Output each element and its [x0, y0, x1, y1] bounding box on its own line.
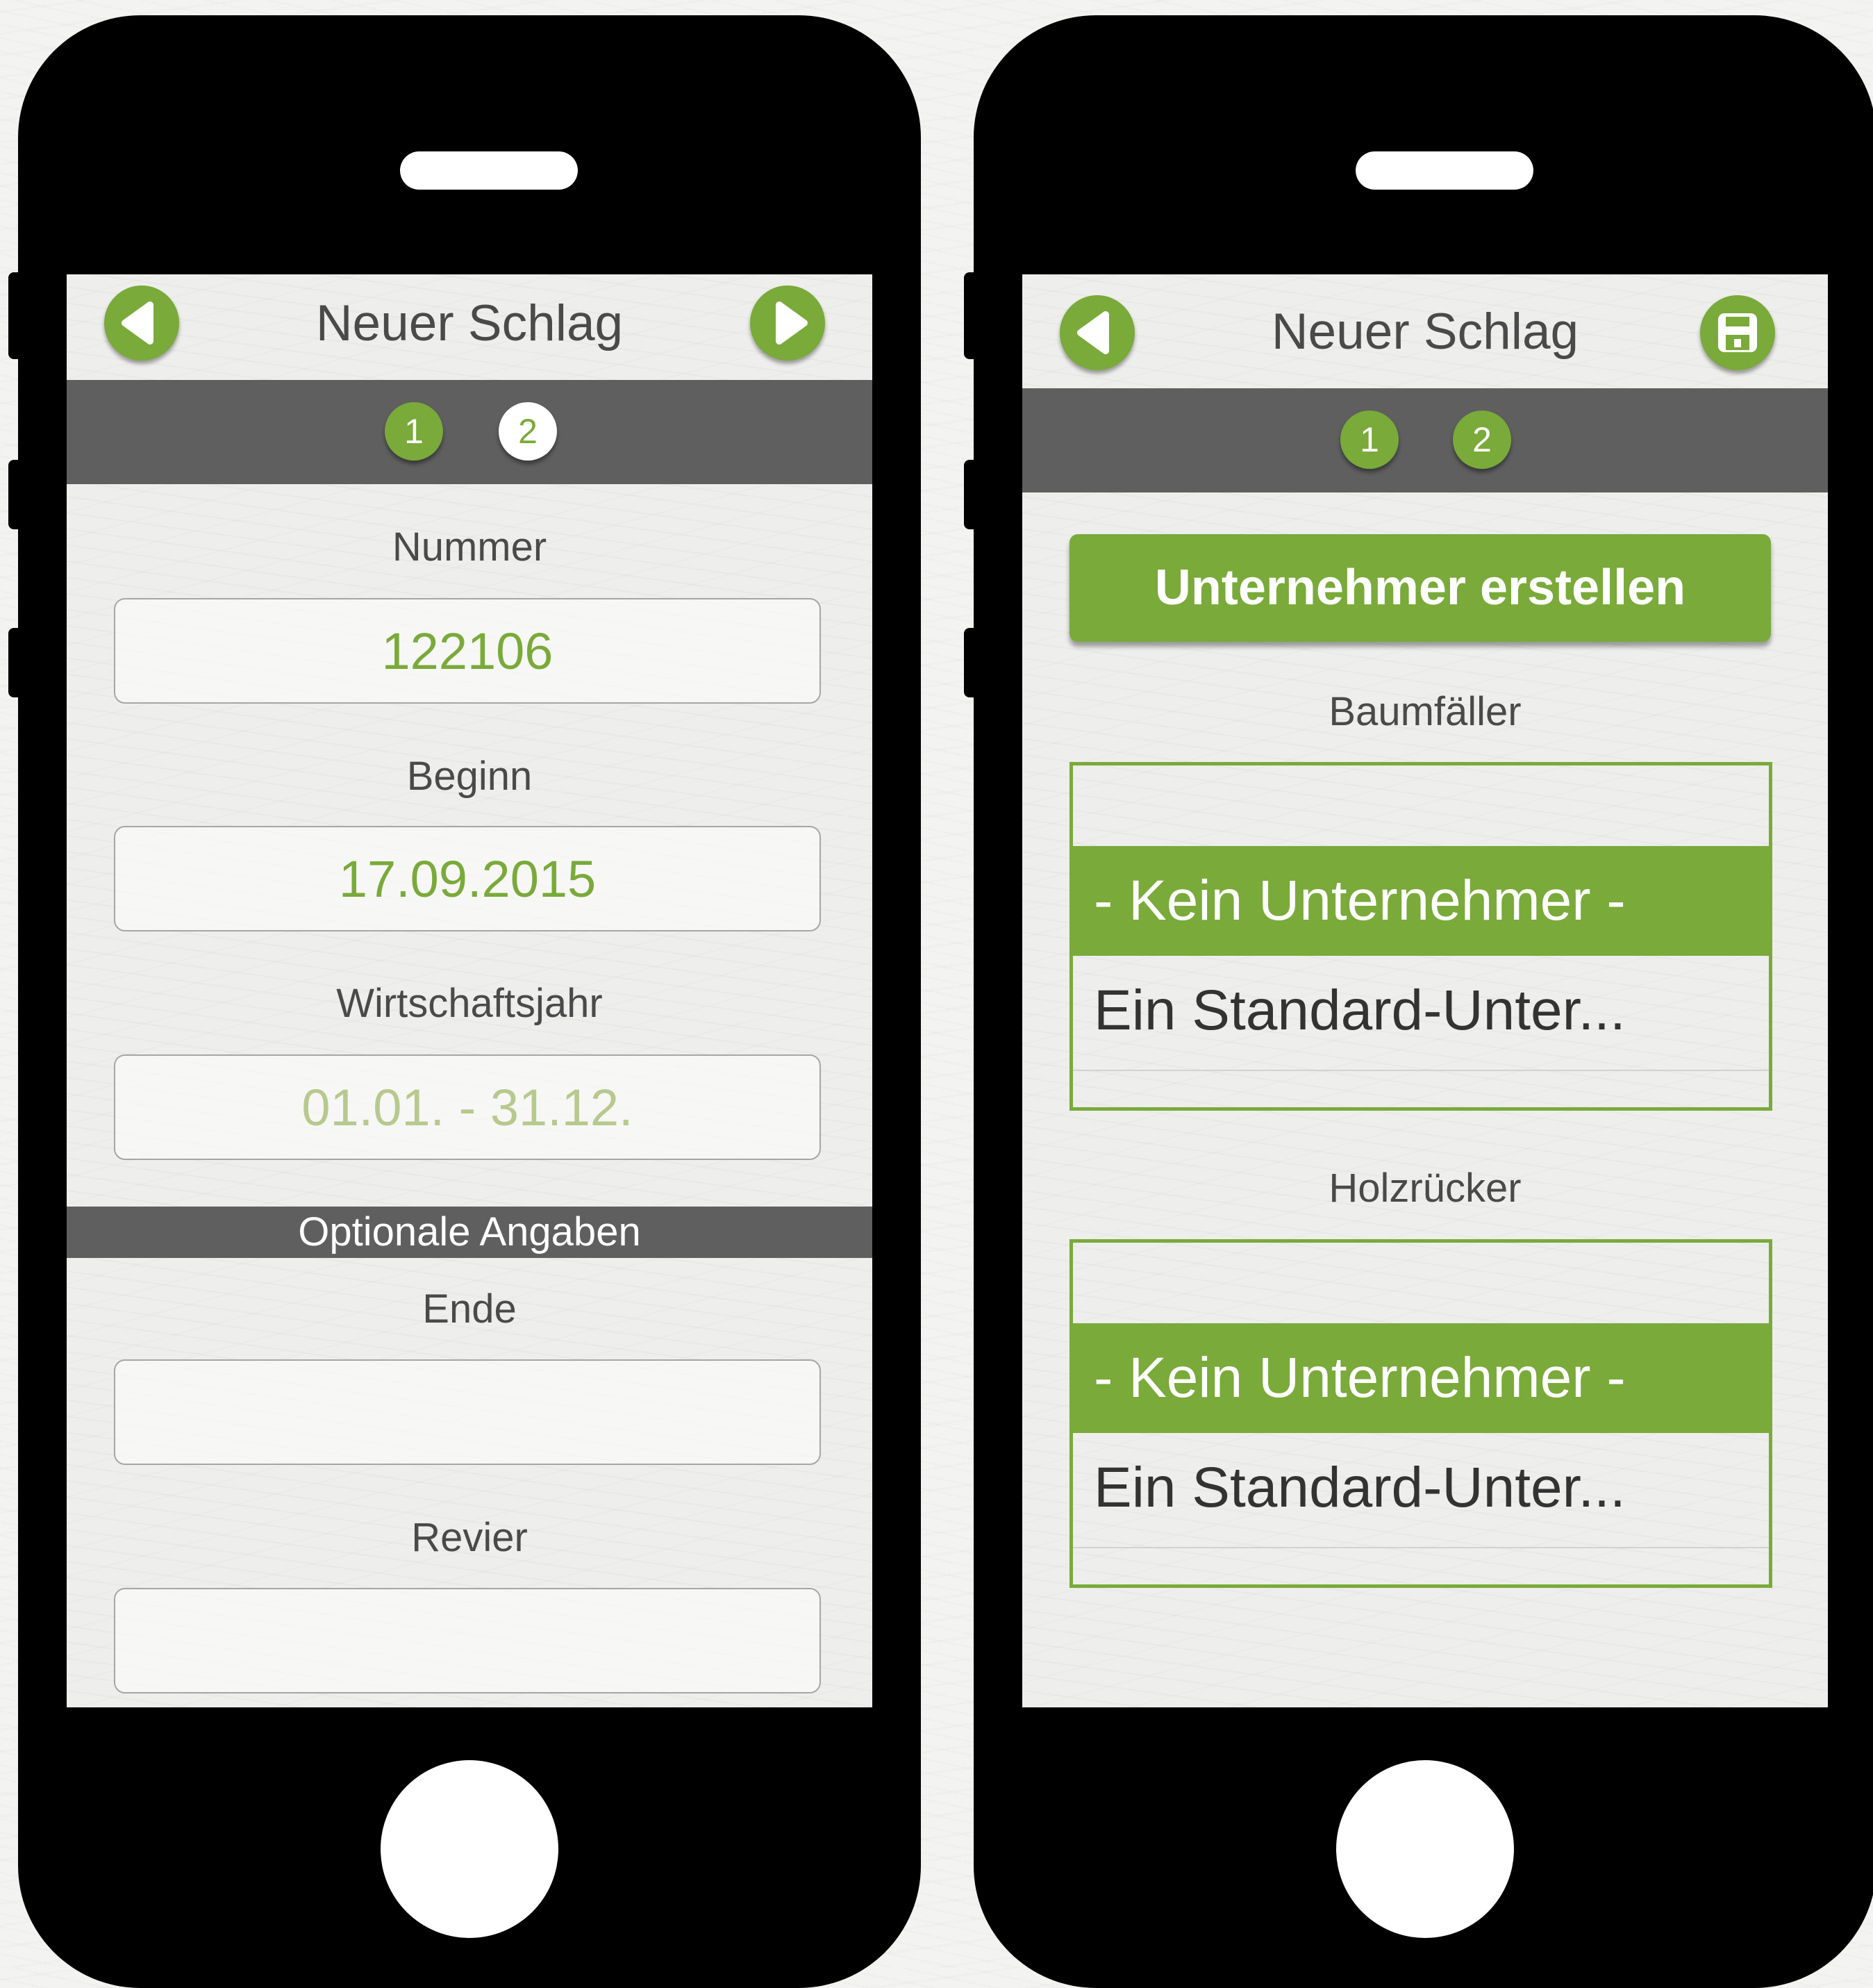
top-bar: Neuer Schlag [67, 274, 872, 380]
home-button[interactable] [1336, 1760, 1514, 1938]
picker-selected-item[interactable]: - Kein Unternehmer - [1073, 846, 1769, 956]
volume-up-button [964, 460, 978, 529]
ende-label: Ende [422, 1286, 517, 1332]
step-1[interactable]: 1 [1340, 411, 1399, 469]
baumfaeller-picker[interactable]: - Kein Unternehmer - Ein Standard-Unter.… [1069, 762, 1772, 1111]
picker-option[interactable]: Ein Standard-Unter... [1073, 956, 1769, 1066]
top-bar: Neuer Schlag [1022, 274, 1828, 388]
home-button[interactable] [381, 1760, 558, 1938]
beginn-label: Beginn [406, 754, 533, 799]
step-2[interactable]: 2 [499, 402, 557, 461]
nummer-input[interactable]: 122106 [114, 598, 821, 704]
step-2[interactable]: 2 [1453, 411, 1511, 469]
divider [1073, 1547, 1769, 1548]
save-icon [1718, 313, 1757, 352]
speaker [400, 151, 578, 190]
holzruecker-label: Holzrücker [1329, 1166, 1522, 1211]
wirtschaftsjahr-input[interactable]: 01.01. - 31.12. [114, 1054, 821, 1160]
phone-frame-right: Neuer Schlag 1 2 Unternehmer erstellen B… [964, 15, 1873, 1988]
volume-down-button [964, 628, 978, 697]
beginn-input[interactable]: 17.09.2015 [114, 826, 821, 931]
nummer-label: Nummer [392, 524, 547, 570]
baumfaeller-label: Baumfäller [1329, 689, 1522, 734]
step-1[interactable]: 1 [385, 402, 443, 461]
phone-frame-left: Neuer Schlag 1 2 Nummer 122106 Beginn 17… [8, 15, 921, 1988]
step-indicator: 1 2 [1022, 388, 1828, 492]
section-optional: Optionale Angaben [67, 1207, 872, 1258]
side-button [8, 272, 22, 359]
divider [1073, 1070, 1769, 1071]
save-button[interactable] [1700, 295, 1775, 370]
screen-left: Neuer Schlag 1 2 Nummer 122106 Beginn 17… [67, 274, 872, 1707]
volume-down-button [8, 628, 22, 697]
next-button[interactable] [750, 285, 825, 361]
side-button [964, 272, 978, 359]
picker-option[interactable]: Ein Standard-Unter... [1073, 1433, 1769, 1543]
create-contractor-button[interactable]: Unternehmer erstellen [1069, 534, 1771, 642]
chevron-right-icon [776, 301, 808, 345]
revier-input[interactable] [114, 1588, 821, 1693]
picker-selected-item[interactable]: - Kein Unternehmer - [1073, 1323, 1769, 1433]
wirtschaftsjahr-label: Wirtschaftsjahr [336, 981, 603, 1026]
volume-up-button [8, 460, 22, 529]
speaker [1356, 151, 1533, 190]
screen-right: Neuer Schlag 1 2 Unternehmer erstellen B… [1022, 274, 1828, 1707]
step-indicator: 1 2 [67, 380, 872, 484]
revier-label: Revier [411, 1515, 528, 1560]
ende-input[interactable] [114, 1359, 821, 1465]
holzruecker-picker[interactable]: - Kein Unternehmer - Ein Standard-Unter.… [1069, 1239, 1772, 1588]
